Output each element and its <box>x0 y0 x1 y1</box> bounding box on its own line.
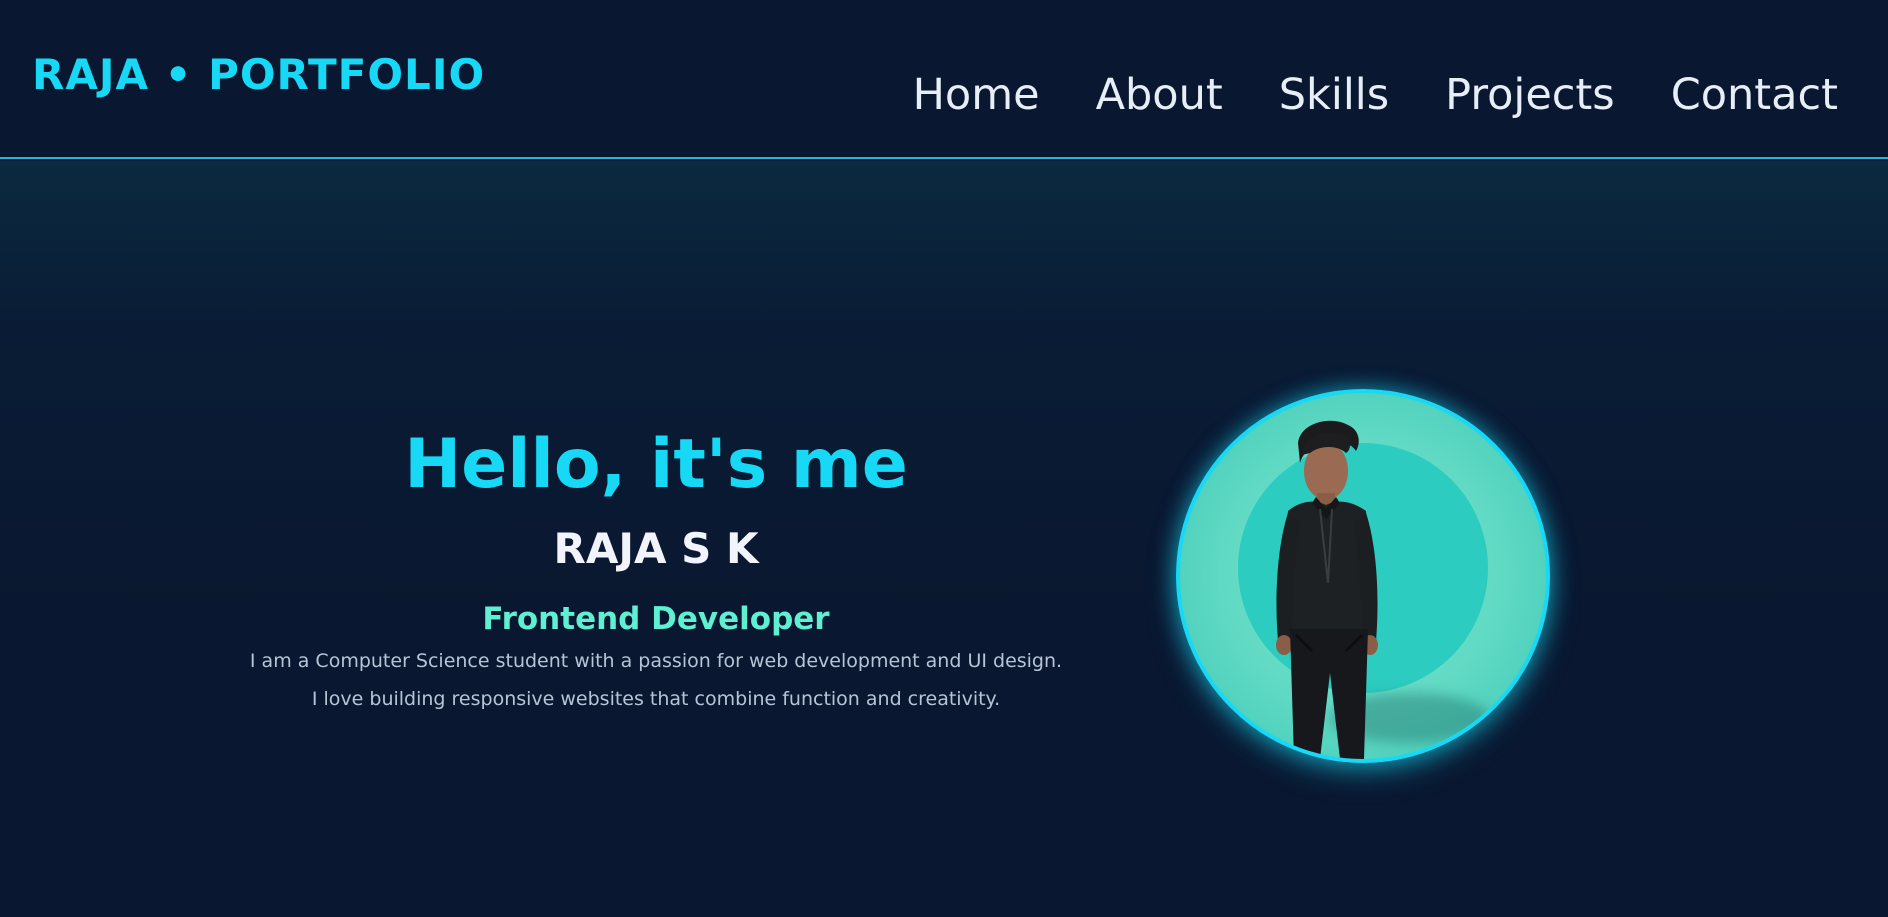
nav-link-contact[interactable]: Contact <box>1671 74 1838 117</box>
person-figure <box>1276 420 1378 759</box>
nav-link-about[interactable]: About <box>1096 74 1223 117</box>
main-nav: Home About Skills Projects Contact <box>913 74 1838 117</box>
nav-link-projects[interactable]: Projects <box>1445 74 1615 117</box>
hero-bio: I am a Computer Science student with a p… <box>249 650 1063 710</box>
site-logo[interactable]: RAJA • PORTFOLIO <box>32 54 485 96</box>
hero-greeting: Hello, it's me <box>404 425 908 504</box>
nav-link-home[interactable]: Home <box>913 74 1040 117</box>
hero-role: Frontend Developer <box>482 601 830 637</box>
hero-text: Hello, it's me RAJA S K Frontend Develop… <box>156 431 1156 718</box>
site-header: RAJA • PORTFOLIO Home About Skills Proje… <box>0 0 1888 159</box>
hero-name: RAJA S K <box>553 524 759 573</box>
profile-avatar <box>1176 389 1550 763</box>
hero-section: Hello, it's me RAJA S K Frontend Develop… <box>0 161 1888 917</box>
nav-link-skills[interactable]: Skills <box>1279 74 1389 117</box>
